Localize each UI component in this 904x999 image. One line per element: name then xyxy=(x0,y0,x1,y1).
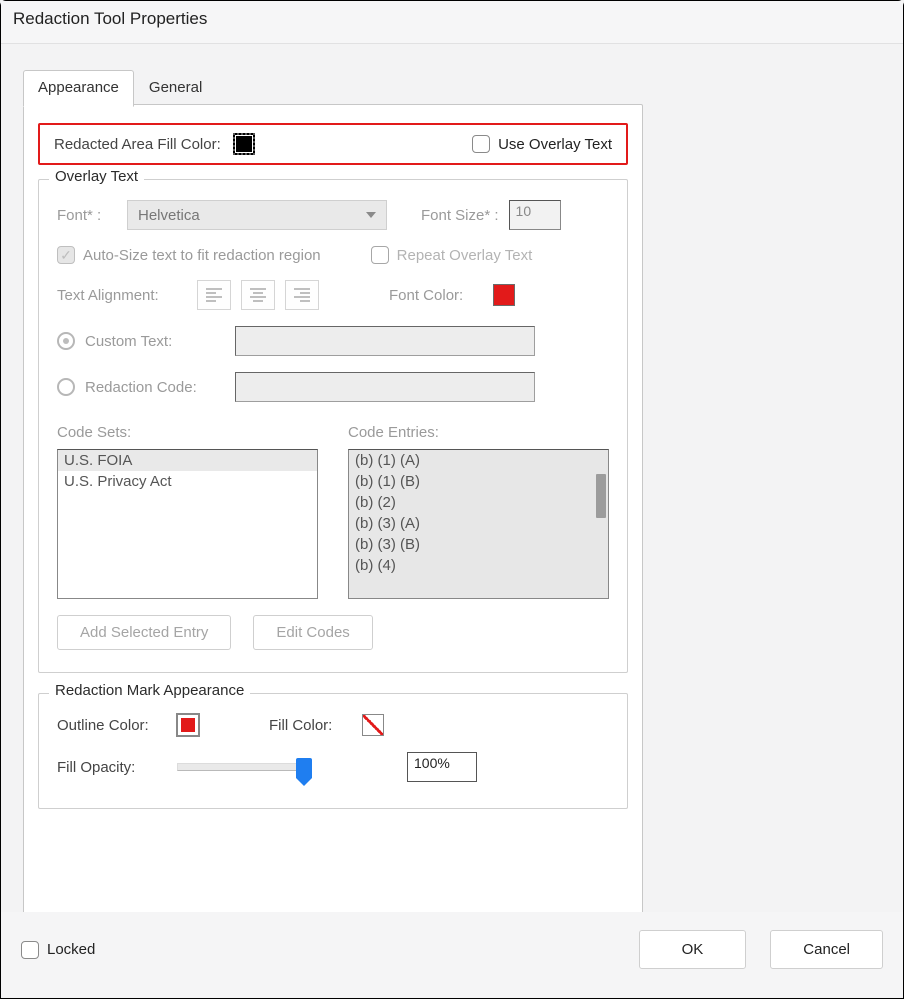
checkbox-icon xyxy=(371,246,389,264)
locked-checkbox[interactable]: Locked xyxy=(21,941,95,959)
list-item[interactable]: (b) (1) (B) xyxy=(349,471,608,492)
overlay-text-legend: Overlay Text xyxy=(49,168,144,185)
radio-icon xyxy=(57,332,75,350)
tab-general[interactable]: General xyxy=(134,70,217,107)
checkbox-icon xyxy=(472,135,490,153)
dialog-window: Redaction Tool Properties Appearance Gen… xyxy=(0,0,904,999)
code-entries-listbox[interactable]: (b) (1) (A) (b) (1) (B) (b) (2) (b) (3) … xyxy=(348,449,609,599)
code-sets-listbox[interactable]: U.S. FOIA U.S. Privacy Act xyxy=(57,449,318,599)
font-select[interactable]: Helvetica xyxy=(127,200,387,230)
mark-fill-color-swatch[interactable] xyxy=(362,714,384,736)
align-left-button[interactable] xyxy=(197,280,231,310)
align-center-button[interactable] xyxy=(241,280,275,310)
autosize-label: Auto-Size text to fit redaction region xyxy=(83,247,321,264)
redaction-mark-legend: Redaction Mark Appearance xyxy=(49,682,250,699)
font-color-swatch[interactable] xyxy=(493,284,515,306)
outline-color-swatch[interactable] xyxy=(177,714,199,736)
align-left-icon xyxy=(206,288,222,302)
code-entries-label: Code Entries: xyxy=(348,424,609,441)
mark-fill-color-label: Fill Color: xyxy=(269,717,332,734)
radio-icon xyxy=(57,378,75,396)
redacted-fill-color-swatch[interactable] xyxy=(233,133,255,155)
code-sets-label: Code Sets: xyxy=(57,424,318,441)
edit-codes-button[interactable]: Edit Codes xyxy=(253,615,372,650)
fill-opacity-slider[interactable] xyxy=(177,763,327,771)
font-size-label: Font Size* : xyxy=(421,207,499,224)
repeat-overlay-label: Repeat Overlay Text xyxy=(397,247,533,264)
use-overlay-text-checkbox[interactable]: Use Overlay Text xyxy=(472,135,612,153)
use-overlay-text-label: Use Overlay Text xyxy=(498,136,612,153)
checkbox-icon xyxy=(57,246,75,264)
tab-strip: Appearance General xyxy=(23,70,217,107)
outline-color-label: Outline Color: xyxy=(57,717,167,734)
autosize-checkbox[interactable]: Auto-Size text to fit redaction region xyxy=(57,246,321,264)
slider-track xyxy=(177,763,307,771)
custom-text-input[interactable] xyxy=(235,326,535,356)
list-item[interactable]: (b) (1) (A) xyxy=(349,450,608,471)
dialog-body: Appearance General Redacted Area Fill Co… xyxy=(1,44,903,997)
align-center-icon xyxy=(250,288,266,302)
align-right-button[interactable] xyxy=(285,280,319,310)
locked-label: Locked xyxy=(47,941,95,958)
align-right-icon xyxy=(294,288,310,302)
checkbox-icon xyxy=(21,941,39,959)
fill-opacity-input[interactable]: 100% xyxy=(407,752,477,782)
list-item[interactable]: U.S. FOIA xyxy=(58,450,317,471)
list-item[interactable]: (b) (3) (A) xyxy=(349,513,608,534)
ok-button[interactable]: OK xyxy=(639,930,747,969)
fill-opacity-label: Fill Opacity: xyxy=(57,759,167,776)
add-selected-entry-button[interactable]: Add Selected Entry xyxy=(57,615,231,650)
redaction-code-label: Redaction Code: xyxy=(85,379,225,396)
dialog-button-bar: Locked OK Cancel xyxy=(1,912,903,997)
list-item[interactable]: U.S. Privacy Act xyxy=(58,471,317,492)
custom-text-label: Custom Text: xyxy=(85,333,225,350)
redaction-code-radio[interactable]: Redaction Code: xyxy=(57,378,225,396)
redacted-fill-color-label: Redacted Area Fill Color: xyxy=(54,136,221,153)
font-color-label: Font Color: xyxy=(389,287,463,304)
text-alignment-label: Text Alignment: xyxy=(57,287,187,304)
list-item[interactable]: (b) (2) xyxy=(349,492,608,513)
redaction-code-input[interactable] xyxy=(235,372,535,402)
custom-text-radio[interactable]: Custom Text: xyxy=(57,332,225,350)
overlay-text-fieldset: Overlay Text Font* : Helvetica Font Size… xyxy=(38,179,628,673)
cancel-button[interactable]: Cancel xyxy=(770,930,883,969)
slider-thumb-icon[interactable] xyxy=(296,758,312,778)
scrollbar-thumb[interactable] xyxy=(596,474,606,518)
redaction-mark-fieldset: Redaction Mark Appearance Outline Color:… xyxy=(38,693,628,809)
font-label: Font* : xyxy=(57,207,117,224)
redacted-fill-color-row: Redacted Area Fill Color: Use Overlay Te… xyxy=(38,123,628,165)
font-value: Helvetica xyxy=(138,207,200,224)
tab-appearance[interactable]: Appearance xyxy=(23,70,134,107)
font-size-input[interactable]: 10 xyxy=(509,200,561,230)
repeat-overlay-checkbox[interactable]: Repeat Overlay Text xyxy=(371,246,533,264)
tab-panel-appearance: Redacted Area Fill Color: Use Overlay Te… xyxy=(23,104,643,924)
list-item[interactable]: (b) (3) (B) xyxy=(349,534,608,555)
list-item[interactable]: (b) (4) xyxy=(349,555,608,576)
dialog-title: Redaction Tool Properties xyxy=(1,1,903,44)
